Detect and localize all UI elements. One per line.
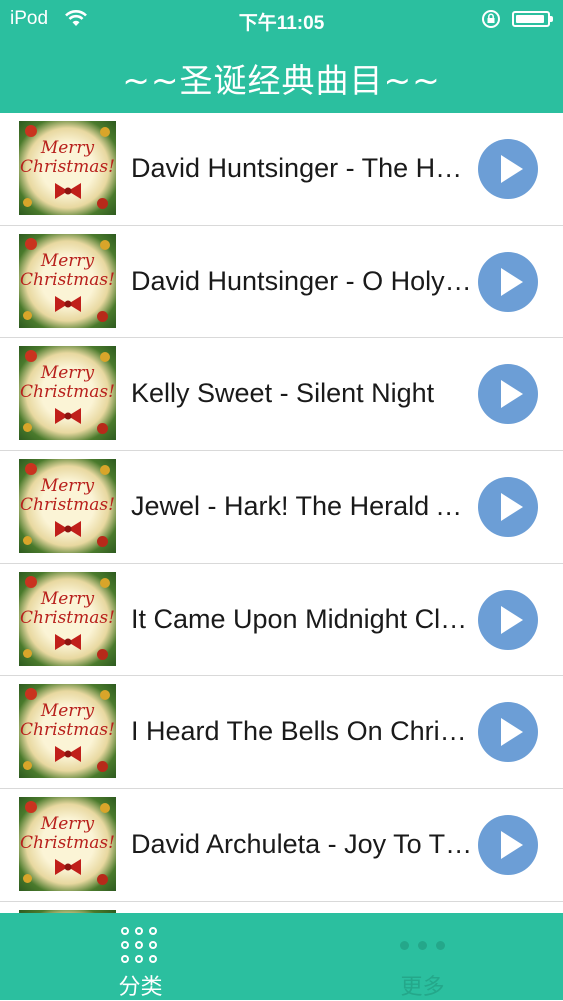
- song-row[interactable]: Merry Christmas! I Heard The Bells On Chr…: [0, 676, 563, 790]
- bow-icon: [55, 183, 81, 199]
- song-title: David Huntsinger - The Holy Night: [131, 153, 476, 183]
- song-row[interactable]: Merry Christmas! David Archuleta - Joy To…: [0, 789, 563, 902]
- merry-christmas-thumbnail: Merry Christmas!: [19, 459, 116, 554]
- play-button[interactable]: [478, 702, 538, 763]
- merry-christmas-thumbnail: Merry Christmas!: [19, 233, 116, 328]
- thumbnail-line1: Merry: [40, 814, 95, 835]
- thumbnail-line2: Christmas!: [20, 833, 115, 854]
- thumbnail-line1: Merry: [40, 138, 95, 158]
- play-button[interactable]: [478, 364, 538, 425]
- bow-icon: [55, 408, 81, 425]
- tab-more[interactable]: 更多: [282, 913, 563, 1000]
- thumbnail-line2: Christmas!: [20, 607, 115, 628]
- thumbnail-line2: Christmas!: [20, 495, 115, 516]
- song-row-partial[interactable]: [0, 902, 563, 913]
- tab-more-label: 更多: [400, 975, 445, 1000]
- thumbnail-line1: Merry: [40, 701, 95, 722]
- song-title: David Huntsinger - O Holy Night: [131, 265, 476, 296]
- bow-icon: [55, 295, 81, 312]
- merry-christmas-thumbnail: Merry Christmas!: [19, 684, 116, 779]
- song-row[interactable]: Merry Christmas! Kelly Sweet - Silent Nig…: [0, 338, 563, 452]
- bow-icon: [55, 521, 81, 538]
- tab-category-label: 分类: [118, 975, 163, 1000]
- song-title: It Came Upon Midnight Clear: [131, 603, 476, 634]
- battery-icon: [512, 11, 553, 27]
- merry-christmas-thumbnail: Merry Christmas!: [19, 797, 116, 892]
- song-row[interactable]: Merry Christmas! Jewel - Hark! The Herald…: [0, 451, 563, 564]
- song-title: Jewel - Hark! The Herald Angels Sing: [131, 491, 476, 522]
- status-time: 下午11:05: [238, 13, 325, 34]
- page-title: ~~圣诞经典曲目~~: [122, 61, 441, 100]
- song-title: Kelly Sweet - Silent Night: [131, 378, 435, 409]
- song-row[interactable]: Merry Christmas! David Huntsinger - The H…: [0, 113, 563, 226]
- thumbnail-line1: Merry: [40, 250, 95, 271]
- tab-bar: 分类 更多: [0, 913, 563, 1000]
- tab-category[interactable]: 分类: [0, 913, 281, 1000]
- bow-icon: [55, 746, 81, 763]
- thumbnail-line2: Christmas!: [20, 269, 115, 290]
- header-bar: iPod 下午11:05 ~~圣诞经典曲目~~: [0, 0, 563, 113]
- bow-icon: [55, 633, 81, 650]
- status-bar: iPod 下午11:05: [0, 0, 563, 38]
- song-row[interactable]: Merry Christmas! It Came Upon Midnight Cl…: [0, 564, 563, 677]
- song-title: David Archuleta - Joy To The World: [131, 829, 476, 860]
- thumbnail-line2: Christmas!: [20, 157, 115, 177]
- song-row[interactable]: Merry Christmas! David Huntsinger - O Hol…: [0, 226, 563, 339]
- grid-icon: [121, 927, 161, 967]
- thumbnail-line2: Christmas!: [20, 720, 115, 741]
- play-button[interactable]: [478, 815, 538, 876]
- merry-christmas-thumbnail: Merry Christmas!: [19, 121, 116, 215]
- play-button[interactable]: [478, 251, 538, 312]
- merry-christmas-thumbnail: Merry Christmas!: [19, 346, 116, 441]
- play-button[interactable]: [478, 477, 538, 538]
- thumbnail-line1: Merry: [40, 588, 95, 609]
- thumbnail-line1: Merry: [40, 363, 95, 384]
- play-button[interactable]: [478, 589, 538, 650]
- play-button[interactable]: [478, 139, 538, 199]
- bow-icon: [55, 859, 81, 876]
- thumbnail-line2: Christmas!: [20, 382, 115, 403]
- thumbnail-line1: Merry: [40, 476, 95, 497]
- song-list[interactable]: Merry Christmas! David Huntsinger - The H…: [0, 113, 563, 913]
- merry-christmas-thumbnail: Merry Christmas!: [19, 571, 116, 666]
- song-title: I Heard The Bells On Christmas Day: [131, 716, 476, 747]
- more-icon: [400, 941, 446, 951]
- rotation-lock-icon: [482, 10, 500, 28]
